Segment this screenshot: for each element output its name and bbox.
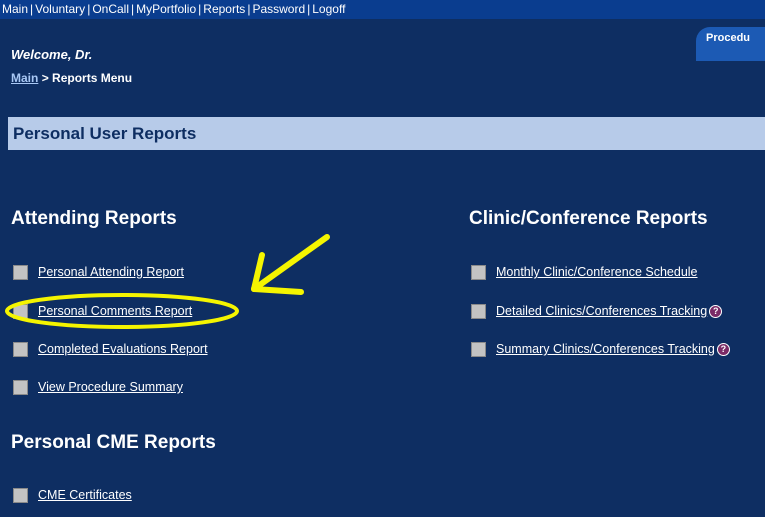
monthly-clinic-schedule-link[interactable]: Monthly Clinic/Conference Schedule	[496, 265, 698, 279]
welcome-text: Welcome, Dr.	[11, 47, 93, 62]
checkbox-icon[interactable]	[13, 341, 28, 357]
checkbox-icon[interactable]	[13, 303, 28, 319]
completed-evaluations-report-link[interactable]: Completed Evaluations Report	[38, 342, 208, 356]
list-item: View Procedure Summary	[13, 378, 183, 396]
checkbox-icon[interactable]	[471, 341, 486, 357]
nav-main[interactable]: Main	[0, 2, 30, 16]
breadcrumb-separator: >	[41, 71, 49, 85]
personal-attending-report-link[interactable]: Personal Attending Report	[38, 265, 184, 279]
breadcrumb: Main > Reports Menu	[11, 71, 132, 85]
breadcrumb-current: Reports Menu	[52, 71, 133, 85]
detailed-clinics-tracking-link[interactable]: Detailed Clinics/Conferences Tracking	[496, 304, 707, 318]
list-item: Summary Clinics/Conferences Tracking ?	[471, 340, 730, 358]
checkbox-icon[interactable]	[13, 264, 28, 280]
list-item: CME Certificates	[13, 486, 132, 504]
nav-myportfolio[interactable]: MyPortfolio	[134, 2, 198, 16]
list-item: Monthly Clinic/Conference Schedule	[471, 263, 698, 281]
checkbox-icon[interactable]	[471, 264, 486, 280]
checkbox-icon[interactable]	[13, 487, 28, 503]
view-procedure-summary-link[interactable]: View Procedure Summary	[38, 380, 183, 394]
cme-certificates-link[interactable]: CME Certificates	[38, 488, 132, 502]
top-nav-bar: Main | Voluntary | OnCall | MyPortfolio | Report…	[0, 0, 765, 19]
section-title-bar: Personal User Reports	[8, 117, 765, 150]
checkbox-icon[interactable]	[471, 303, 486, 319]
list-item: Personal Attending Report	[13, 263, 184, 281]
list-item: Completed Evaluations Report	[13, 340, 208, 358]
arrow-annotation	[251, 234, 330, 295]
personal-cme-reports-heading: Personal CME Reports	[11, 432, 216, 453]
nav-password[interactable]: Password	[250, 2, 307, 16]
nav-voluntary[interactable]: Voluntary	[33, 2, 87, 16]
breadcrumb-main-link[interactable]: Main	[11, 71, 38, 85]
attending-reports-heading: Attending Reports	[11, 208, 177, 229]
list-item: Detailed Clinics/Conferences Tracking ?	[471, 302, 723, 320]
personal-comments-report-link[interactable]: Personal Comments Report	[38, 304, 192, 318]
summary-clinics-tracking-link[interactable]: Summary Clinics/Conferences Tracking	[496, 342, 715, 356]
clinic-conference-reports-heading: Clinic/Conference Reports	[469, 208, 708, 229]
help-icon[interactable]: ?	[709, 304, 723, 318]
checkbox-icon[interactable]	[13, 379, 28, 395]
nav-reports[interactable]: Reports	[201, 2, 247, 16]
procedure-tab[interactable]: Procedu	[696, 27, 765, 61]
nav-oncall[interactable]: OnCall	[90, 2, 131, 16]
list-item: Personal Comments Report	[13, 302, 192, 320]
help-icon[interactable]: ?	[716, 342, 730, 356]
nav-logoff[interactable]: Logoff	[310, 2, 347, 16]
